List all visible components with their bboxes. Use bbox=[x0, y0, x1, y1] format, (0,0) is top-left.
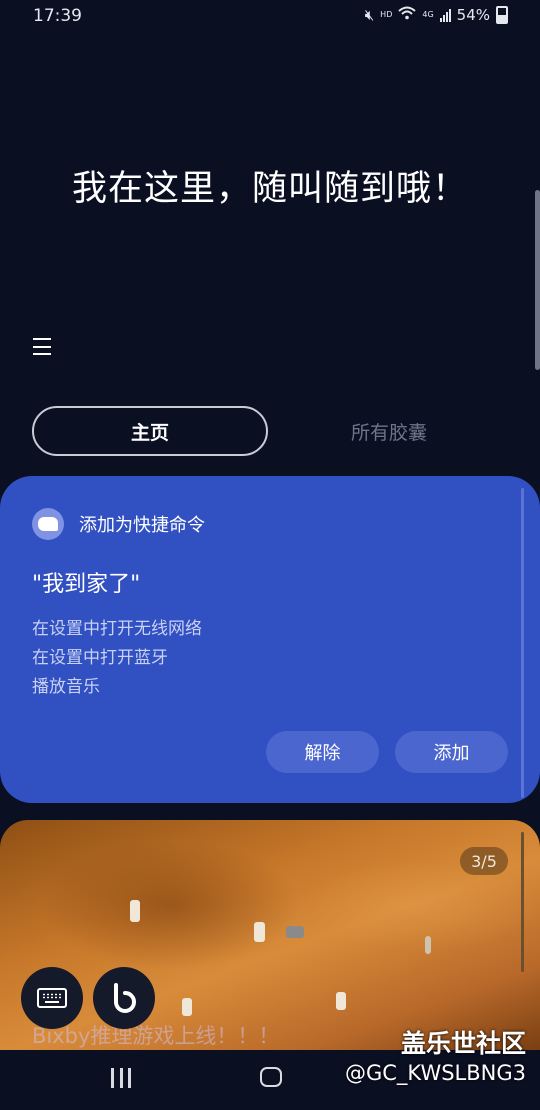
card-header-label: 添加为快捷命令 bbox=[79, 515, 205, 536]
tab-all-capsules[interactable]: 所有胶囊 bbox=[300, 406, 478, 456]
page-scroll-indicator bbox=[535, 190, 540, 370]
battery-icon bbox=[496, 6, 508, 24]
keyboard-button[interactable] bbox=[21, 967, 83, 1029]
status-icons: 🔇︎ HD 4G 54% bbox=[365, 6, 508, 24]
add-button[interactable]: 添加 bbox=[395, 731, 508, 773]
dismiss-button[interactable]: 解除 bbox=[266, 731, 379, 773]
hd-label: HD bbox=[380, 10, 393, 19]
watermark-user: @GC_KWSLBNG3 bbox=[344, 1061, 526, 1085]
watermark-site: 盖乐世社区 bbox=[400, 1029, 526, 1058]
network-type-label: 4G bbox=[422, 10, 434, 19]
quick-command-icon bbox=[32, 508, 64, 540]
greeting-title: 我在这里，随叫随到哦！ bbox=[71, 169, 468, 209]
card-header: 添加为快捷命令 bbox=[32, 508, 205, 540]
tab-home[interactable]: 主页 bbox=[32, 406, 268, 456]
status-bar: 17:39 🔇︎ HD 4G 54% bbox=[0, 0, 540, 34]
sand-footprint bbox=[40, 840, 300, 970]
status-time: 17:39 bbox=[33, 6, 82, 26]
recents-button[interactable] bbox=[111, 1068, 131, 1088]
battery-percent: 54% bbox=[456, 6, 490, 24]
figurine bbox=[336, 992, 346, 1010]
signal-icon bbox=[439, 8, 451, 22]
command-phrase: "我到家了" bbox=[32, 572, 141, 597]
action-item: 在设置中打开无线网络 bbox=[32, 619, 202, 639]
bixby-voice-button[interactable] bbox=[93, 967, 155, 1029]
image-card-title[interactable]: Bixby推理游戏上线！！！ bbox=[32, 1020, 279, 1050]
figurine-box bbox=[286, 926, 304, 938]
home-button[interactable] bbox=[260, 1067, 282, 1087]
menu-icon[interactable] bbox=[33, 338, 51, 355]
mute-icon: 🔇︎ bbox=[364, 6, 375, 24]
wifi-icon bbox=[398, 6, 417, 24]
bixby-icon bbox=[114, 983, 136, 1013]
figurine bbox=[182, 998, 192, 1016]
image-card-scrollbar bbox=[521, 832, 524, 972]
keyboard-icon bbox=[37, 988, 67, 1008]
figurine bbox=[425, 936, 431, 954]
command-actions: 在设置中打开无线网络 在设置中打开蓝牙 播放音乐 bbox=[32, 615, 202, 702]
page-indicator: 3/5 bbox=[460, 847, 508, 875]
figurine bbox=[130, 900, 140, 922]
action-item: 播放音乐 bbox=[32, 677, 100, 697]
sand-dune bbox=[300, 860, 540, 950]
image-card[interactable] bbox=[0, 820, 540, 1050]
figurine bbox=[254, 922, 265, 942]
action-item: 在设置中打开蓝牙 bbox=[32, 648, 168, 668]
card-scrollbar bbox=[521, 488, 524, 798]
